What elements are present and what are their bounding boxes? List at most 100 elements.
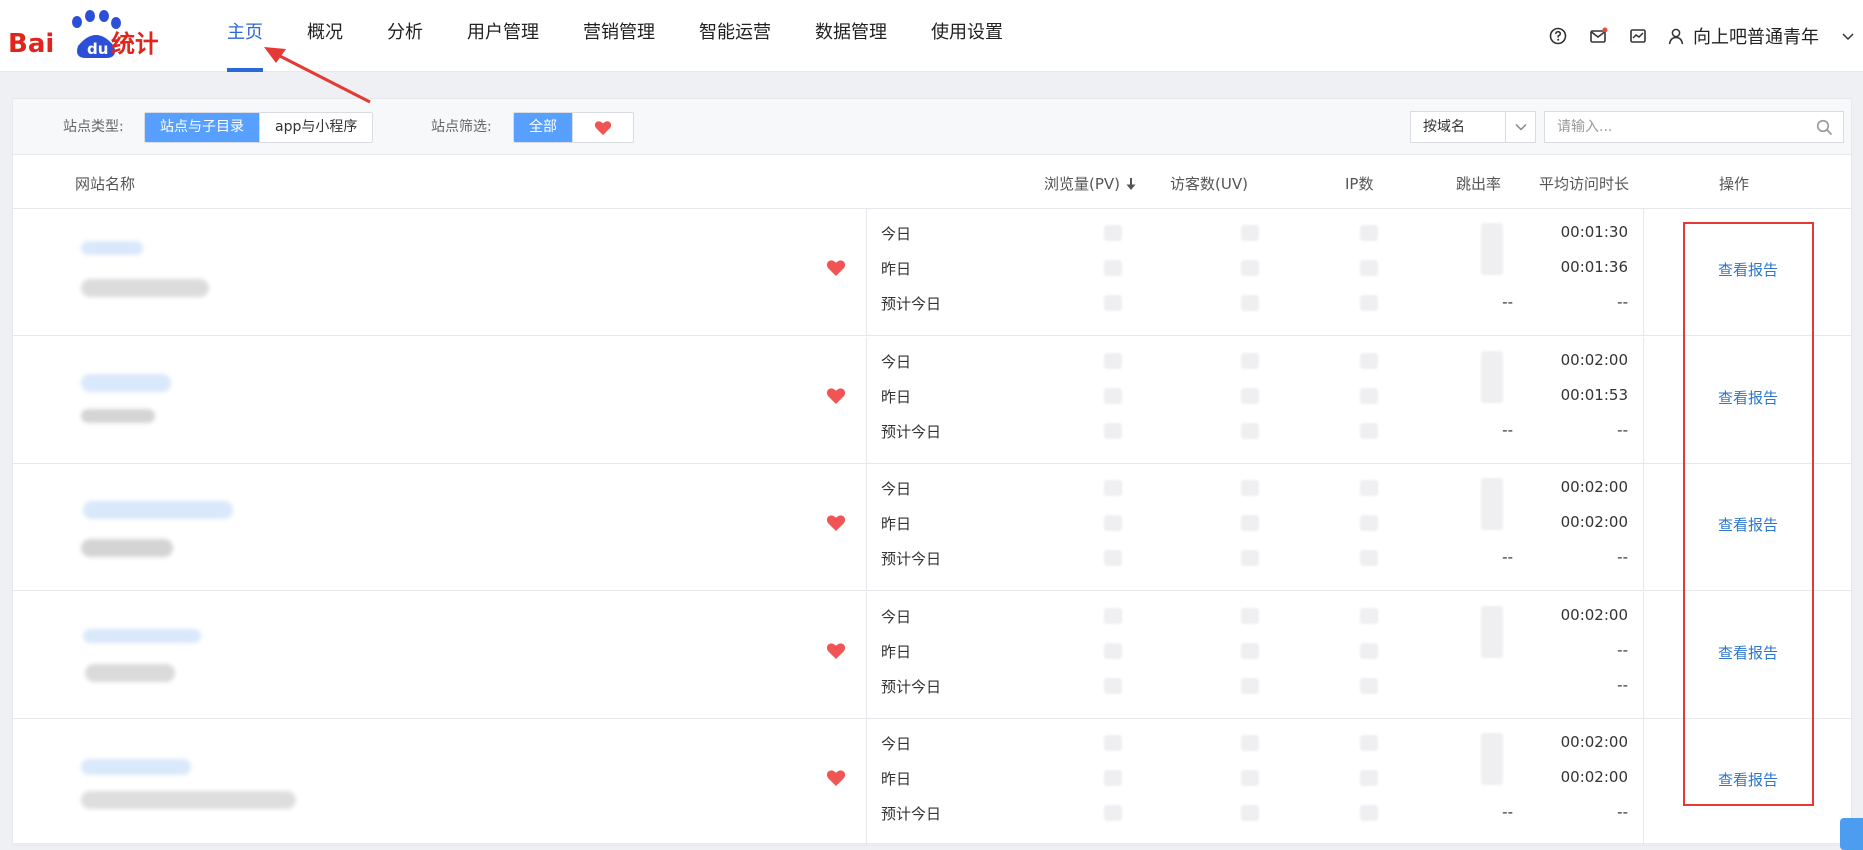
favorite-heart-icon[interactable] — [826, 642, 846, 660]
user-icon[interactable] — [1667, 27, 1685, 45]
pv-value-redacted — [1104, 677, 1122, 694]
nav-item-4[interactable]: 营销管理 — [561, 0, 677, 72]
nav-item-7[interactable]: 使用设置 — [909, 0, 1025, 72]
domain-select[interactable]: 按域名 — [1410, 111, 1536, 143]
col-bounce[interactable]: 跳出率 — [1456, 173, 1501, 194]
site-type-switch: 站点与子目录 app与小程序 — [144, 112, 374, 143]
heart-icon — [594, 121, 612, 136]
uv-value-redacted — [1241, 515, 1259, 531]
help-icon[interactable] — [1547, 25, 1569, 47]
avg-time-value: 00:02:00 — [1560, 768, 1628, 786]
domain-select-toggle[interactable] — [1505, 112, 1535, 142]
uv-value-redacted — [1241, 805, 1259, 821]
site-filter-favorite[interactable] — [573, 113, 633, 142]
ip-value-redacted — [1360, 805, 1378, 821]
col-pv[interactable]: 浏览量(PV) — [1044, 173, 1137, 194]
pv-value-redacted — [1104, 805, 1122, 821]
uv-value-redacted — [1241, 642, 1259, 659]
sort-down-icon[interactable] — [1125, 177, 1137, 191]
view-report-link[interactable]: 查看报告 — [1718, 514, 1778, 535]
view-report-link[interactable]: 查看报告 — [1718, 769, 1778, 790]
view-report-link[interactable]: 查看报告 — [1718, 387, 1778, 408]
period-label: 昨日 — [881, 260, 912, 278]
row-divider — [1643, 336, 1644, 463]
period-label: 预计今日 — [881, 550, 942, 568]
chevron-down-icon[interactable] — [1841, 29, 1855, 43]
search-icon[interactable] — [1816, 119, 1833, 136]
period-label: 预计今日 — [881, 805, 942, 823]
row-divider — [1643, 464, 1644, 590]
site-type-app[interactable]: app与小程序 — [260, 113, 372, 142]
bounce-value: -- — [1502, 420, 1513, 439]
period-label: 预计今日 — [881, 295, 942, 313]
domain-select-value: 按域名 — [1423, 119, 1465, 135]
avg-time-value: 00:02:00 — [1560, 605, 1628, 624]
avg-time-value: 00:01:30 — [1560, 223, 1628, 241]
user-name[interactable]: 向上吧普通青年 — [1693, 23, 1819, 49]
period-label: 昨日 — [881, 642, 912, 661]
avg-time-value: 00:01:53 — [1560, 385, 1628, 404]
nav-item-0[interactable]: 主页 — [205, 0, 285, 72]
col-pv-label: 浏览量(PV) — [1044, 175, 1121, 193]
main-nav: 主页 概况 分析 用户管理 营销管理 智能运营 数据管理 使用设置 — [205, 0, 1025, 72]
avg-time-value: -- — [1617, 420, 1628, 439]
ip-value-redacted — [1360, 607, 1378, 624]
site-domain-redacted — [85, 663, 175, 682]
site-search-input[interactable] — [1557, 112, 1817, 142]
nav-item-3[interactable]: 用户管理 — [445, 0, 561, 72]
ip-value-redacted — [1360, 225, 1378, 241]
pv-value-redacted — [1104, 225, 1122, 241]
bounce-value-redacted — [1481, 733, 1503, 785]
feedback-float-button[interactable] — [1840, 818, 1863, 850]
table-row: 今日 00:02:00 昨日 00:01:53 预计今日 -- -- 查看报告 — [13, 336, 1851, 464]
site-name-redacted — [83, 628, 201, 643]
filter-bar: 站点类型: 站点与子目录 app与小程序 站点筛选: 全部 按域名 — [13, 99, 1851, 155]
bounce-value: -- — [1502, 548, 1513, 566]
bounce-value-redacted — [1481, 350, 1503, 403]
uv-value-redacted — [1241, 770, 1259, 786]
col-avg-time[interactable]: 平均访问时长 — [1539, 173, 1629, 194]
period-label: 今日 — [881, 480, 912, 498]
col-ip[interactable]: IP数 — [1345, 173, 1373, 194]
site-search-box — [1544, 111, 1844, 143]
baidu-tongji-logo[interactable]: du Bai 统计 — [8, 8, 158, 64]
avg-time-value: -- — [1617, 548, 1628, 566]
col-operation: 操作 — [1719, 175, 1750, 193]
row-divider — [866, 464, 867, 590]
ip-value-redacted — [1360, 480, 1378, 496]
table-row: 今日 00:02:00 昨日 -- 预计今日 -- 查看报告 — [13, 591, 1851, 719]
favorite-heart-icon[interactable] — [826, 387, 846, 405]
row-divider — [1643, 591, 1644, 718]
site-filter-all[interactable]: 全部 — [514, 113, 573, 142]
view-report-link[interactable]: 查看报告 — [1718, 642, 1778, 663]
site-type-site[interactable]: 站点与子目录 — [145, 113, 260, 142]
message-icon[interactable] — [1587, 25, 1609, 47]
nav-item-1[interactable]: 概况 — [285, 0, 365, 72]
bounce-value: -- — [1502, 293, 1513, 311]
ip-value-redacted — [1360, 352, 1378, 369]
pv-value-redacted — [1104, 387, 1122, 404]
period-label: 今日 — [881, 607, 912, 626]
pv-value-redacted — [1104, 735, 1122, 751]
favorite-heart-icon[interactable] — [826, 259, 846, 277]
view-report-link[interactable]: 查看报告 — [1718, 259, 1778, 280]
ip-value-redacted — [1360, 295, 1378, 311]
avg-time-value: -- — [1617, 675, 1628, 694]
row-divider — [866, 336, 867, 463]
bounce-value-redacted — [1481, 223, 1503, 275]
nav-item-2[interactable]: 分析 — [365, 0, 445, 72]
pv-value-redacted — [1104, 607, 1122, 624]
uv-value-redacted — [1241, 550, 1259, 566]
col-uv[interactable]: 访客数(UV) — [1170, 173, 1248, 194]
chevron-down-icon — [1515, 123, 1527, 131]
favorite-heart-icon[interactable] — [826, 769, 846, 787]
row-divider — [866, 591, 867, 718]
ip-value-redacted — [1360, 422, 1378, 439]
monitor-icon[interactable] — [1627, 25, 1649, 47]
nav-item-6[interactable]: 数据管理 — [793, 0, 909, 72]
ip-value-redacted — [1360, 387, 1378, 404]
favorite-heart-icon[interactable] — [826, 514, 846, 532]
pv-value-redacted — [1104, 550, 1122, 566]
nav-item-5[interactable]: 智能运营 — [677, 0, 793, 72]
top-header: du Bai 统计 主页 概况 分析 用户管理 营销管理 智能运营 数据管理 使用设置 向上吧… — [0, 0, 1863, 72]
